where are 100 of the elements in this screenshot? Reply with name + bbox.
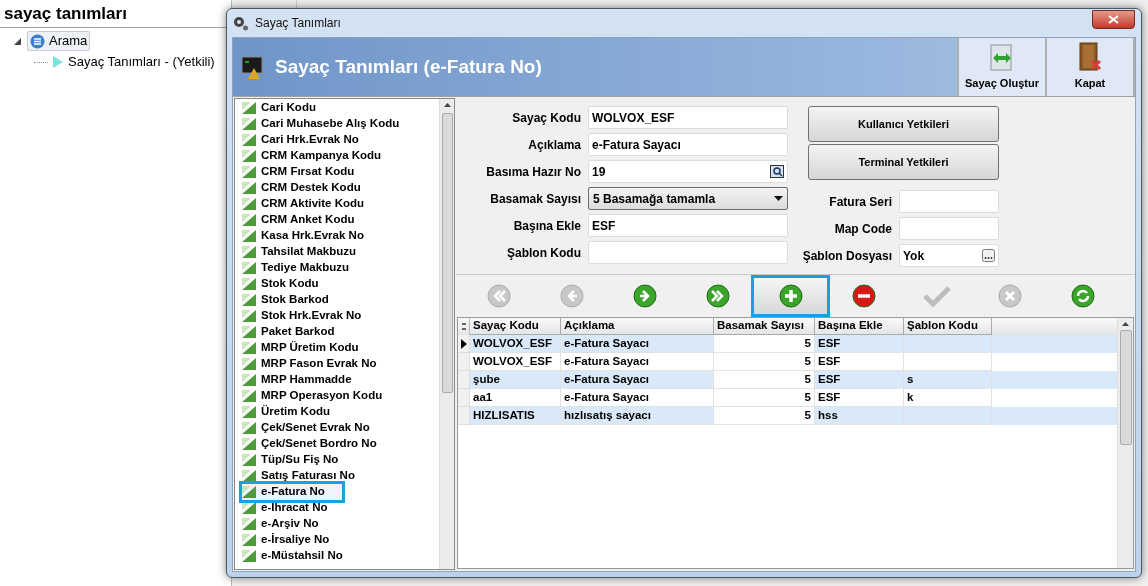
triangle-icon bbox=[242, 518, 256, 530]
plus-icon bbox=[778, 284, 803, 308]
play-icon bbox=[53, 56, 63, 68]
close-icon bbox=[1108, 14, 1119, 24]
list-item[interactable]: Kasa Hrk.Evrak No bbox=[242, 228, 439, 244]
permission-button[interactable]: Terminal Yetkileri bbox=[808, 144, 999, 180]
triangle-icon bbox=[242, 150, 256, 162]
navigator-button[interactable] bbox=[754, 278, 827, 314]
list-item[interactable]: Çek/Senet Evrak No bbox=[242, 420, 439, 436]
list-icon bbox=[30, 33, 45, 49]
list-item[interactable]: CRM Aktivite Kodu bbox=[242, 196, 439, 212]
tree-item[interactable]: Sayaç Tanımları - (Yetkili) bbox=[68, 52, 215, 72]
scrollbar[interactable] bbox=[439, 99, 454, 569]
triangle-icon bbox=[242, 390, 256, 402]
triangle-icon bbox=[242, 118, 256, 130]
caret-down-icon bbox=[774, 196, 783, 201]
list-item[interactable]: Paket Barkod bbox=[242, 324, 439, 340]
table-cell: 5 bbox=[714, 407, 815, 425]
triangle-icon bbox=[242, 214, 256, 226]
permission-button[interactable]: Kullanıcı Yetkileri bbox=[808, 106, 999, 142]
list-item[interactable]: e-İhracat No bbox=[242, 500, 439, 516]
lookup-field[interactable]: 19 bbox=[588, 160, 788, 183]
close-button[interactable] bbox=[1092, 9, 1135, 29]
list-item[interactable]: e-İrsaliye No bbox=[242, 532, 439, 548]
list-item[interactable]: Stok Kodu bbox=[242, 276, 439, 292]
list-item[interactable]: CRM Kampanya Kodu bbox=[242, 148, 439, 164]
list-item[interactable]: Tüp/Su Fiş No bbox=[242, 452, 439, 468]
window-title: Sayaç Tanımları bbox=[255, 15, 341, 32]
triangle-icon bbox=[242, 534, 256, 546]
table-cell: hss bbox=[815, 407, 904, 425]
swap-arrows-icon bbox=[989, 43, 1015, 72]
text-field[interactable]: WOLVOX_ESF bbox=[588, 106, 788, 129]
list-item[interactable]: MRP Operasyon Kodu bbox=[242, 388, 439, 404]
field-label: Açıklama bbox=[527, 136, 581, 154]
triangle-icon bbox=[242, 182, 256, 194]
scrollbar[interactable] bbox=[1117, 318, 1133, 568]
triangle-icon bbox=[242, 342, 256, 354]
search-icon bbox=[770, 165, 784, 178]
tree-item[interactable]: Arama bbox=[27, 31, 91, 51]
triangle-icon bbox=[242, 438, 256, 450]
scroll-up-icon[interactable] bbox=[443, 103, 451, 107]
close-icon bbox=[997, 284, 1022, 308]
field-label: Sayaç Kodu bbox=[511, 109, 581, 127]
list-item[interactable]: Tediye Makbuzu bbox=[242, 260, 439, 276]
field-label: Fatura Seri bbox=[828, 193, 892, 211]
triangle-icon bbox=[242, 134, 256, 146]
dropdown-field[interactable]: 5 Basamağa tamamla bbox=[588, 187, 788, 210]
list-item[interactable]: Cari Hrk.Evrak No bbox=[242, 132, 439, 148]
list-item[interactable]: e-Arşiv No bbox=[242, 516, 439, 532]
list-item[interactable]: MRP Hammadde bbox=[242, 372, 439, 388]
triangle-icon bbox=[242, 102, 256, 114]
triangle-icon bbox=[242, 198, 256, 210]
table-cell: HIZLISATIS bbox=[470, 407, 561, 425]
field-label: Şablon Kodu bbox=[506, 244, 581, 262]
triangle-icon bbox=[242, 246, 256, 258]
list-item[interactable]: MRP Fason Evrak No bbox=[242, 356, 439, 372]
toolbar-button[interactable]: Kapat bbox=[1047, 38, 1135, 96]
header-title: Sayaç Tanımları (e-Fatura No) bbox=[275, 54, 542, 79]
scroll-up-icon[interactable] bbox=[1122, 322, 1129, 326]
triangle-icon bbox=[242, 550, 256, 562]
triangle-icon bbox=[242, 406, 256, 418]
list-item[interactable]: Stok Barkod bbox=[242, 292, 439, 308]
checkmark-icon bbox=[922, 284, 951, 308]
field-label: Şablon Dosyası bbox=[801, 247, 892, 265]
triangle-icon bbox=[242, 294, 256, 306]
text-field[interactable] bbox=[899, 190, 999, 213]
list-item[interactable]: Çek/Senet Bordro No bbox=[242, 436, 439, 452]
triangle-icon bbox=[242, 454, 256, 466]
ellipsis-icon bbox=[982, 249, 995, 262]
list-item[interactable]: MRP Üretim Kodu bbox=[242, 340, 439, 356]
grid-corner-icon bbox=[461, 323, 466, 330]
field-label: Basıma Hazır No bbox=[485, 163, 581, 181]
list-item[interactable]: Stok Hrk.Evrak No bbox=[242, 308, 439, 324]
text-field[interactable]: ESF bbox=[588, 214, 788, 237]
list-item[interactable]: CRM Destek Kodu bbox=[242, 180, 439, 196]
gear-icon bbox=[233, 15, 249, 31]
list-item[interactable]: Üretim Kodu bbox=[242, 404, 439, 420]
list-item[interactable]: e-Fatura No bbox=[242, 484, 342, 500]
table-cell: 5 bbox=[714, 371, 815, 389]
refresh-icon bbox=[1070, 284, 1095, 308]
list-item[interactable]: Cari Kodu bbox=[242, 100, 439, 116]
table-cell: hızlısatış sayacı bbox=[561, 407, 714, 425]
toolbar-button[interactable]: Sayaç Oluştur bbox=[957, 38, 1047, 96]
minus-icon bbox=[851, 284, 876, 308]
triangle-icon bbox=[242, 374, 256, 386]
table-cell: 5 bbox=[714, 353, 815, 371]
text-field[interactable] bbox=[899, 217, 999, 240]
triangle-icon bbox=[242, 166, 256, 178]
text-field[interactable] bbox=[588, 241, 788, 264]
list-item[interactable]: CRM Fırsat Kodu bbox=[242, 164, 439, 180]
file-field[interactable]: Yok bbox=[899, 244, 999, 267]
expand-arrow-icon[interactable] bbox=[14, 37, 24, 45]
list-item[interactable]: Tahsilat Makbuzu bbox=[242, 244, 439, 260]
list-item[interactable]: CRM Anket Kodu bbox=[242, 212, 439, 228]
list-item[interactable]: e-Müstahsil No bbox=[242, 548, 439, 564]
table-cell: 5 bbox=[714, 335, 815, 353]
text-field[interactable]: e-Fatura Sayacı bbox=[588, 133, 788, 156]
triangle-icon bbox=[242, 262, 256, 274]
list-item[interactable]: Cari Muhasebe Alış Kodu bbox=[242, 116, 439, 132]
table-cell: 5 bbox=[714, 389, 815, 407]
